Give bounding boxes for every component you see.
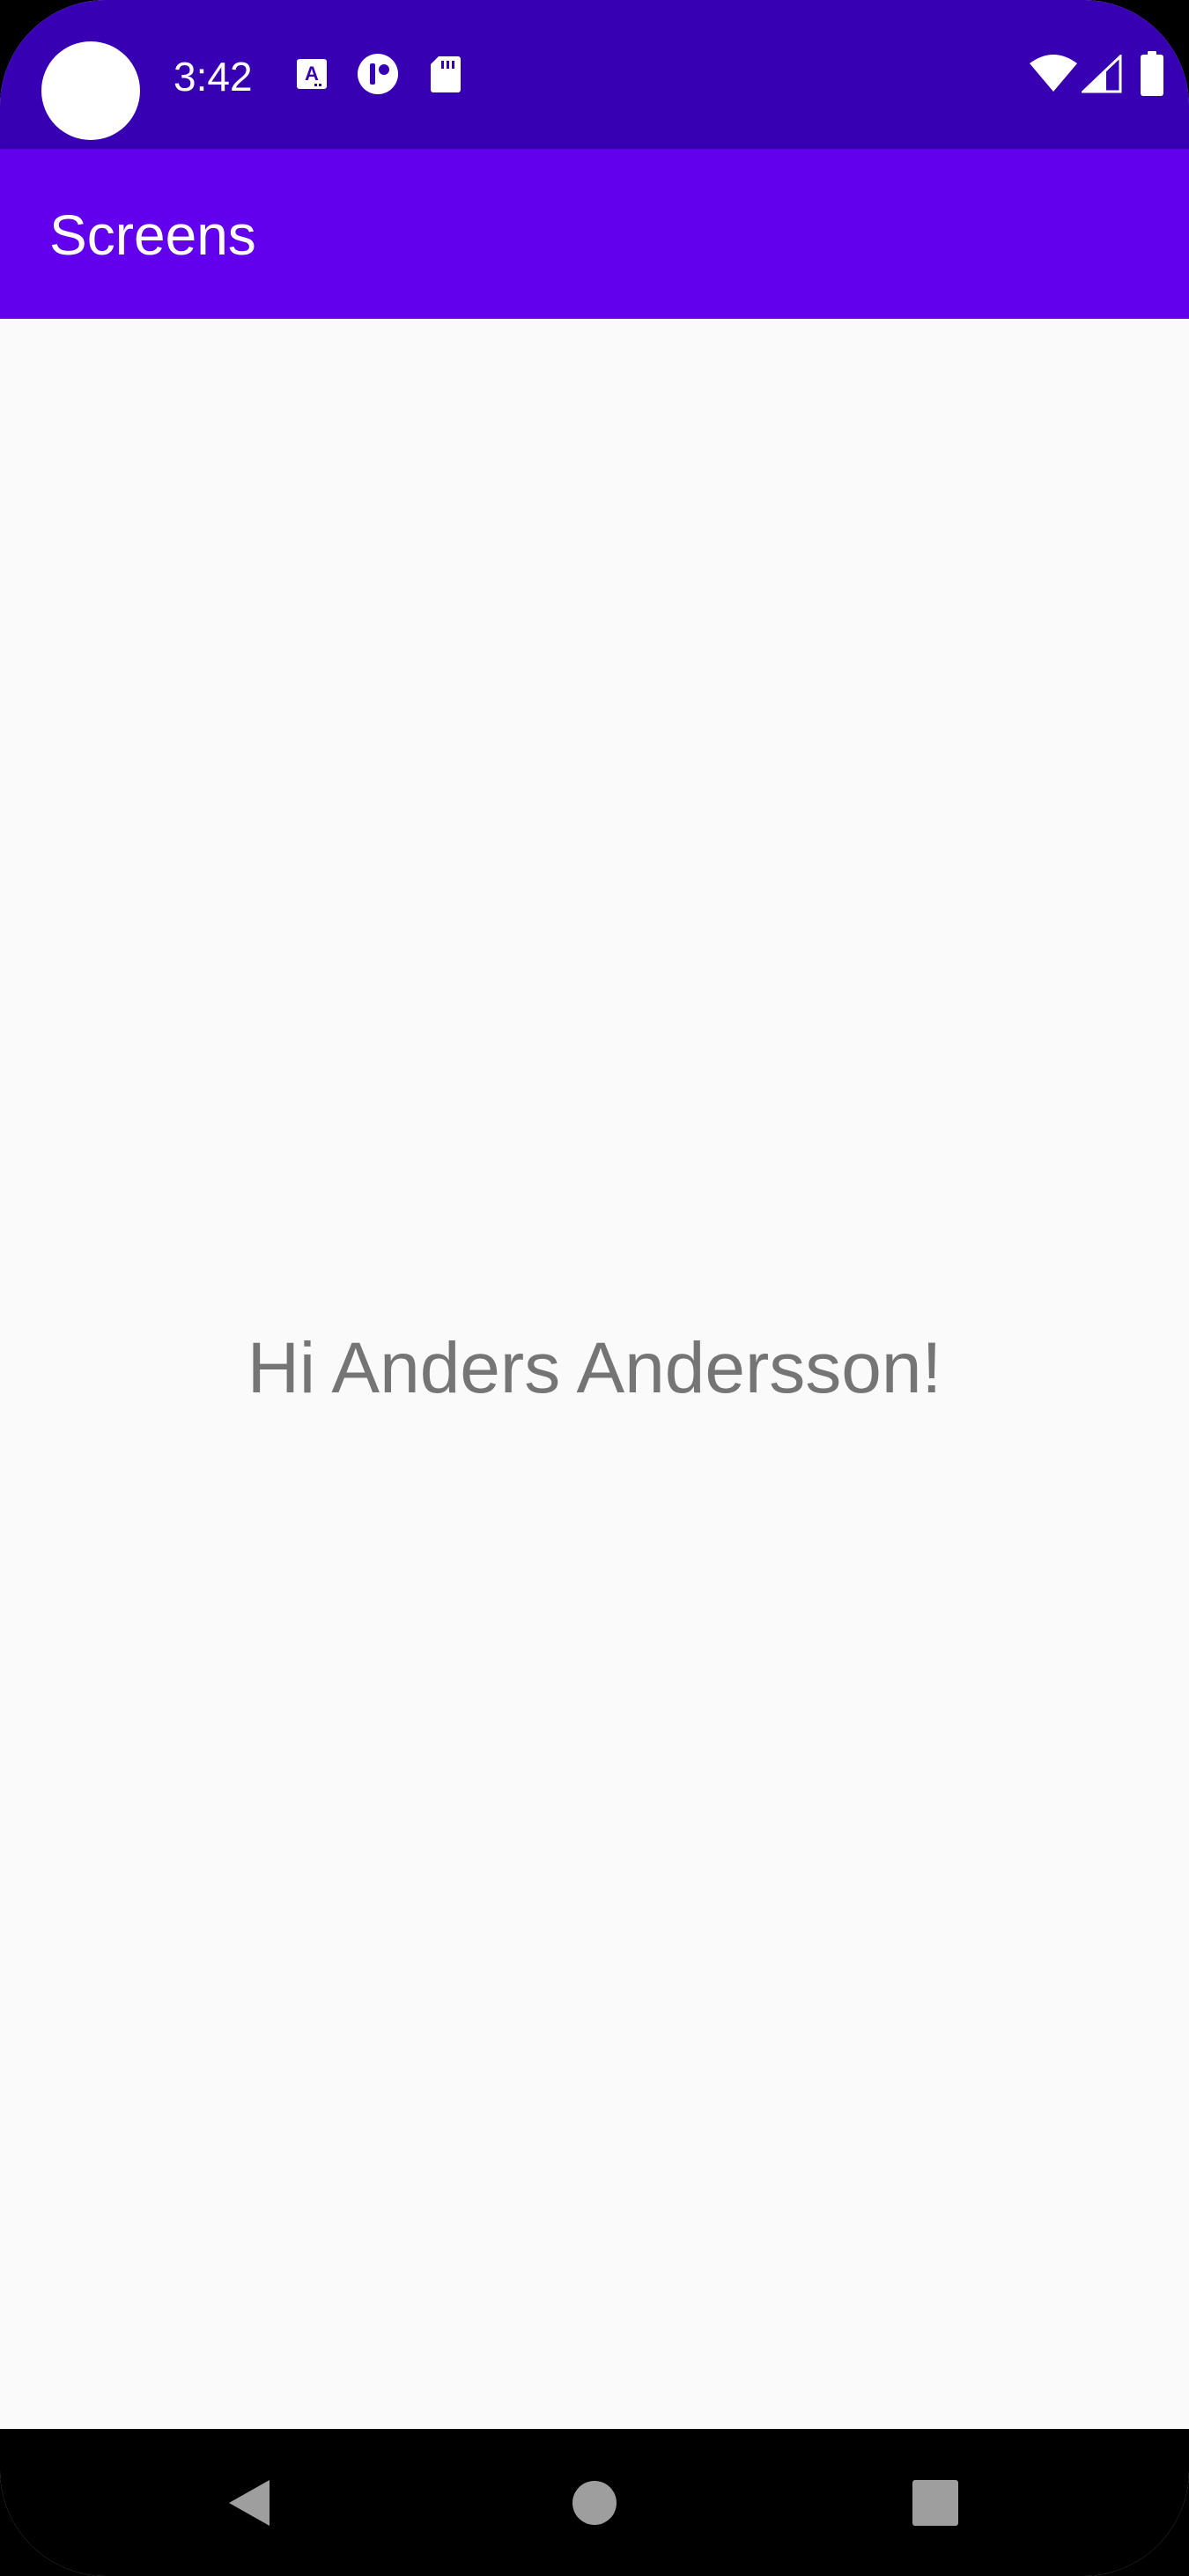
status-time: 3:42: [174, 54, 253, 100]
greeting-text: Hi Anders Andersson!: [247, 1328, 942, 1408]
navigation-bar: [0, 2429, 1189, 2576]
wifi-icon: [1030, 55, 1077, 92]
app-title: Screens: [49, 203, 256, 267]
battery-icon: [1141, 51, 1163, 96]
home-icon: [572, 2480, 617, 2525]
cellular-signal-icon: [1082, 55, 1122, 93]
home-button[interactable]: [515, 2429, 674, 2576]
sd-card-icon: [431, 56, 461, 92]
status-bar: 3:42 A: [0, 0, 1189, 149]
camera-cutout: [41, 41, 140, 140]
translate-icon: A: [297, 59, 327, 89]
app-notification-icon: [358, 54, 398, 94]
back-icon: [229, 2479, 270, 2526]
recents-button[interactable]: [856, 2429, 1015, 2576]
svg-text:A: A: [305, 63, 319, 85]
back-button[interactable]: [170, 2429, 329, 2576]
app-bar: Screens: [0, 149, 1189, 319]
phone-screen: 3:42 A Screens Hi Anders Andersson!: [0, 0, 1189, 2576]
main-content: Hi Anders Andersson!: [0, 319, 1189, 2429]
recents-icon: [912, 2479, 958, 2526]
